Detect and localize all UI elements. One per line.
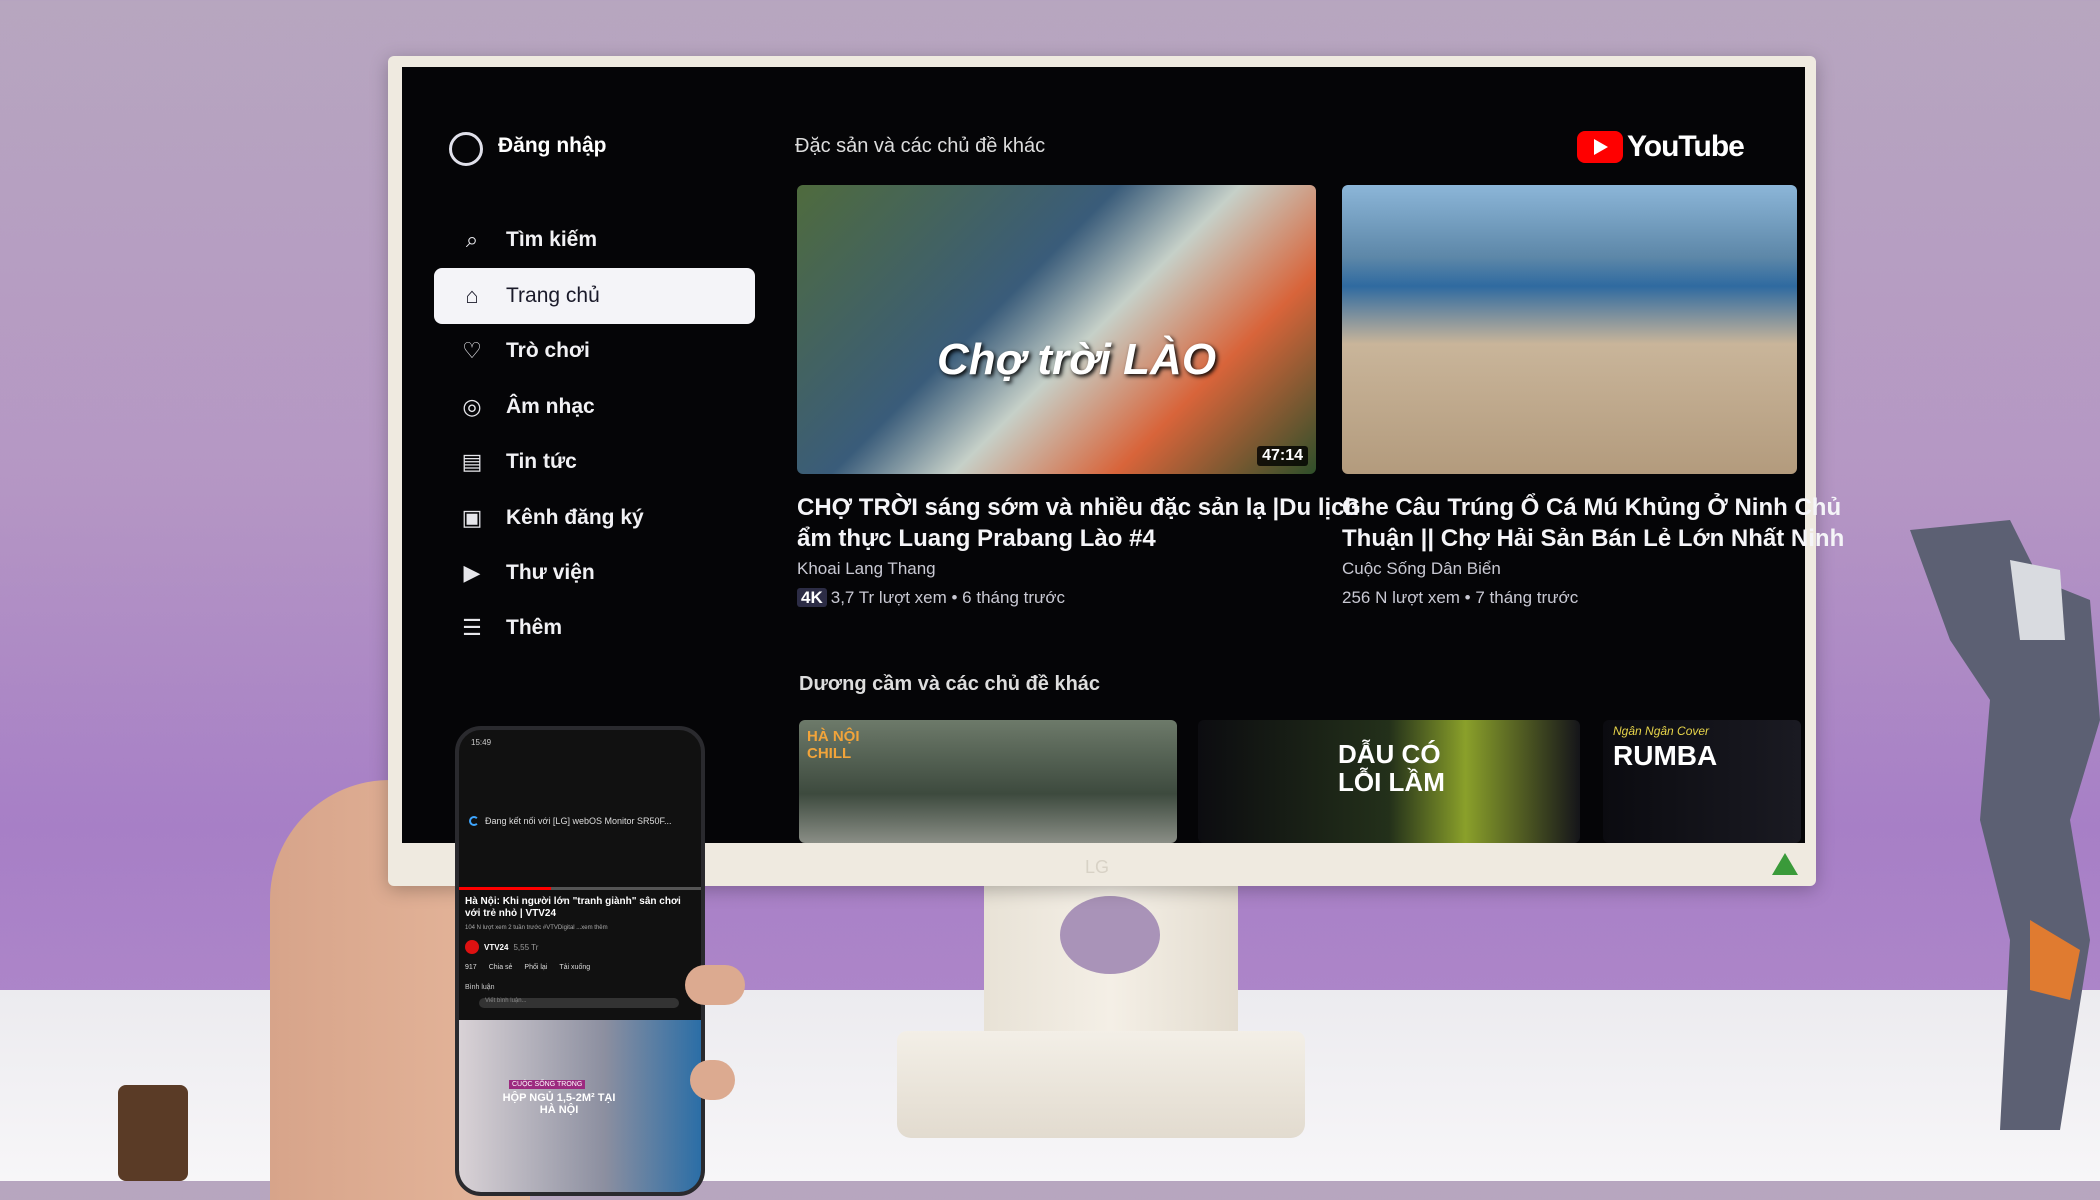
sidebar-item-more[interactable]: ☰ Thêm (434, 600, 755, 656)
search-icon: ⌕ (465, 227, 479, 252)
video-title[interactable]: Ghe Câu Trúng Ổ Cá Mú Khủng Ở Ninh Chủ (1342, 492, 1841, 523)
sidebar-item-search[interactable]: ⌕ Tìm kiếm (434, 212, 755, 268)
sidebar-item-games[interactable]: ♡ Trò chơi (434, 323, 755, 379)
news-icon: ▤ (461, 449, 483, 474)
remix-button[interactable]: Phối lại (524, 964, 547, 971)
finger (690, 1060, 735, 1100)
4k-badge: 4K (797, 588, 827, 607)
sign-in-link[interactable]: Đăng nhập (498, 134, 607, 158)
youtube-play-icon (1577, 131, 1623, 163)
cast-status: Đang kết nối với [LG] webOS Monitor SR50… (469, 816, 671, 826)
video-thumbnail[interactable]: Ngân Ngân Cover RUMBA (1603, 720, 1801, 843)
sidebar-item-subscriptions[interactable]: ▣ Kênh đăng ký (434, 490, 755, 546)
video-thumbnail[interactable]: HÀ NỘI CHILL (799, 720, 1177, 843)
video-progress-bar[interactable] (459, 887, 701, 890)
sidebar-item-home[interactable]: ⌂ Trang chủ (434, 268, 755, 324)
music-icon: ◎ (462, 394, 482, 419)
duration-badge: 47:14 (1257, 446, 1308, 466)
channel-avatar (465, 940, 479, 954)
download-button[interactable]: Tải xuống (559, 964, 590, 971)
watch-strap (118, 1085, 188, 1181)
section-title: Đặc sản và các chủ đề khác (795, 135, 1046, 157)
channel-row[interactable]: VTV24 5,55 Tr (465, 940, 538, 954)
sidebar-item-music[interactable]: ◎ Âm nhạc (434, 379, 755, 435)
sticker-icon (1772, 853, 1798, 875)
thumb-finger (685, 965, 745, 1005)
next-video-thumbnail[interactable]: CUỘC SỐNG TRONG HỘP NGỦ 1,5-2M² TẠI HÀ N… (459, 1020, 701, 1192)
sidebar-item-news[interactable]: ▤ Tin tức (434, 434, 755, 490)
gamepad-icon: ♡ (462, 338, 482, 363)
sidebar-item-library[interactable]: ▶ Thư viện (434, 545, 755, 601)
loading-spinner-icon (469, 816, 479, 826)
action-row: 917 Chia sẻ Phối lại Tải xuống (465, 964, 590, 971)
video-meta: 4K 3,7 Tr lượt xem • 6 tháng trước (797, 588, 1065, 608)
home-icon: ⌂ (465, 283, 479, 308)
video-thumbnail[interactable] (1342, 185, 1797, 474)
video-thumbnail[interactable]: Chợ trời LÀO 47:14 (797, 185, 1316, 474)
channel-name: Cuộc Sống Dân Biển (1342, 559, 1501, 578)
monitor-stand-base (897, 1031, 1305, 1138)
like-button[interactable]: 917 (465, 964, 477, 971)
video-title-line2[interactable]: ẩm thực Luang Prabang Lào #4 (797, 523, 1156, 554)
account-icon[interactable] (449, 132, 483, 166)
subscriptions-icon: ▣ (461, 505, 483, 530)
youtube-logo: YouTube (1577, 130, 1745, 164)
menu-icon: ☰ (462, 615, 482, 640)
library-icon: ▶ (463, 560, 481, 585)
share-button[interactable]: Chia sẻ (489, 964, 513, 971)
monitor-brand-logo: LG (1085, 857, 1110, 877)
comment-input[interactable]: Viết bình luận... (479, 998, 679, 1008)
section-title: Dương cầm và các chủ đề khác (799, 673, 1101, 695)
channel-name: Khoai Lang Thang (797, 559, 936, 578)
video-title[interactable]: CHỢ TRỜI sáng sớm và nhiều đặc sản lạ |D… (797, 492, 1359, 523)
video-thumbnail[interactable]: DẪU CÓ LỖI LẦM (1198, 720, 1580, 843)
smartphone: 15:49 Đang kết nối với [LG] webOS Monito… (455, 726, 705, 1196)
video-meta: 256 N lượt xem • 7 tháng trước (1342, 588, 1579, 607)
video-title-line2[interactable]: Thuận || Chợ Hải Sản Bán Lẻ Lớn Nhất Nin… (1342, 523, 1844, 554)
stand-cable-hole (1060, 896, 1160, 974)
robot-figure (1910, 520, 2100, 1130)
